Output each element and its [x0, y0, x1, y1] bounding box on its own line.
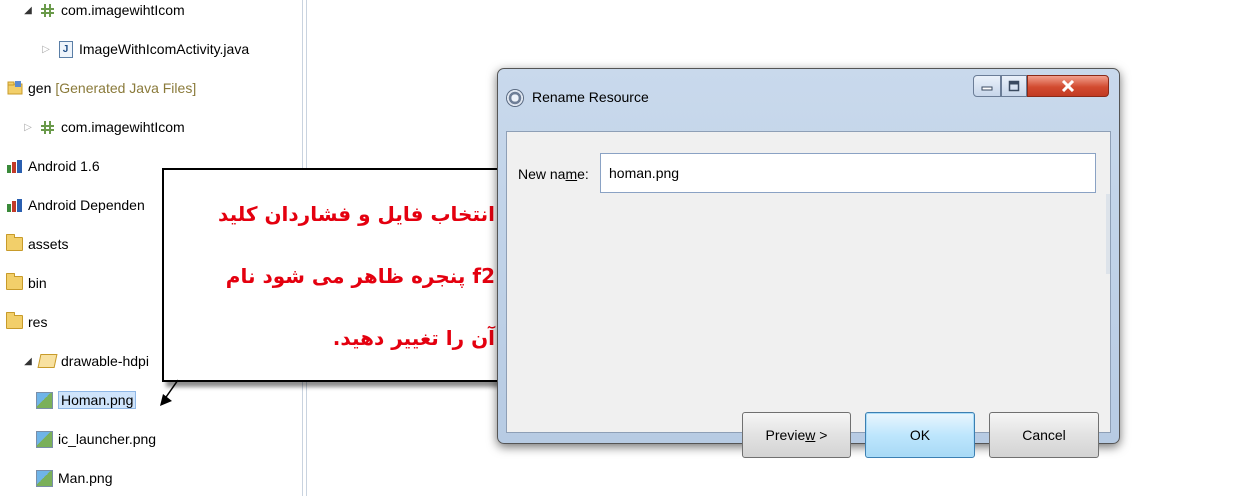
collapsed-twisty-icon[interactable]: ▷ — [40, 44, 52, 55]
tree-item-label: res — [28, 314, 48, 330]
tree-item-label: assets — [28, 236, 69, 252]
tree-item-label: Homan.png — [58, 391, 137, 409]
java-file-icon: J — [57, 40, 74, 58]
tree-item[interactable]: ◢ drawable-hdpi — [22, 348, 149, 374]
tree-item[interactable]: assets — [6, 231, 68, 257]
tree-item[interactable]: ic_launcher.png — [36, 426, 156, 452]
tree-item-label: Android Dependen — [28, 197, 145, 213]
minimize-button[interactable] — [973, 75, 1001, 97]
collapsed-twisty-icon[interactable]: ▷ — [22, 122, 34, 133]
tree-item[interactable]: ◢ com.imagewihtIcom — [22, 0, 185, 23]
tree-item[interactable]: ▷ com.imagewihtIcom — [22, 114, 185, 140]
package-icon — [39, 2, 56, 19]
instruction-callout: انتخاب فایل و فشاردان کلید f2 پنجره ظاهر… — [162, 168, 507, 382]
callout-pointer-arrow — [160, 379, 179, 406]
folder-icon — [6, 273, 23, 292]
tree-item-label: com.imagewihtIcom — [61, 2, 185, 18]
preview-button[interactable]: Preview > — [742, 412, 851, 458]
tree-item[interactable]: gen [Generated Java Files] — [6, 75, 196, 101]
dialog-titlebar[interactable]: Rename Resource — [498, 69, 1119, 131]
tree-item[interactable]: Android Dependen — [6, 192, 145, 218]
callout-line-1: انتخاب فایل و فشاردان کلید — [218, 202, 495, 226]
package-icon — [39, 119, 56, 136]
expanded-twisty-icon[interactable]: ◢ — [22, 356, 34, 367]
library-icon — [6, 158, 23, 175]
dialog-title: Rename Resource — [532, 89, 649, 105]
tree-item-label: Man.png — [58, 470, 113, 486]
ok-button[interactable]: OK — [865, 412, 975, 458]
tree-item[interactable]: ▷ J ImageWithIcomActivity.java — [40, 36, 249, 62]
image-file-icon — [36, 469, 53, 487]
cancel-button[interactable]: Cancel — [989, 412, 1099, 458]
new-name-label: New name: — [518, 166, 589, 182]
dialog-body: New name: Preview > OK Cancel — [506, 131, 1111, 458]
tree-item[interactable]: bin — [6, 270, 47, 296]
image-file-icon — [36, 430, 53, 448]
minimize-icon — [981, 86, 993, 91]
open-folder-icon — [37, 353, 58, 370]
tree-item[interactable]: Man.png — [36, 465, 112, 491]
expanded-twisty-icon[interactable]: ◢ — [22, 5, 34, 16]
body-edge — [1106, 194, 1110, 274]
new-name-input[interactable] — [600, 153, 1096, 193]
generated-folder-icon — [6, 80, 23, 97]
callout-line-2: f2 پنجره ظاهر می شود نام — [225, 264, 495, 288]
folder-icon — [6, 234, 23, 253]
tree-item-label: Android 1.6 — [28, 158, 100, 174]
tree-item-decoration: [Generated Java Files] — [55, 80, 197, 96]
callout-line-3: آن را تغییر دهید. — [332, 326, 495, 350]
eclipse-gear-icon — [506, 89, 524, 107]
tree-item-label: drawable-hdpi — [61, 353, 149, 369]
tree-item-label: ic_launcher.png — [58, 431, 157, 447]
preview-button-label: Preview > — [765, 427, 828, 443]
maximize-button[interactable] — [1001, 75, 1027, 97]
maximize-icon — [1008, 80, 1020, 92]
folder-icon — [6, 312, 23, 331]
close-icon — [1061, 80, 1075, 92]
tree-item[interactable]: res — [6, 309, 47, 335]
tree-item-label: bin — [28, 275, 47, 291]
tree-item[interactable]: Homan.png — [36, 387, 137, 413]
image-file-icon — [36, 391, 53, 409]
tree-item-label: com.imagewihtIcom — [61, 119, 185, 135]
tree-item-label: gen — [28, 80, 52, 96]
close-button[interactable] — [1027, 75, 1109, 97]
tree-item-label: ImageWithIcomActivity.java — [79, 41, 250, 57]
rename-resource-dialog: Rename Resource New name: Preview > OK C… — [497, 68, 1120, 458]
tree-item[interactable]: Android 1.6 — [6, 153, 100, 179]
library-icon — [6, 197, 23, 214]
